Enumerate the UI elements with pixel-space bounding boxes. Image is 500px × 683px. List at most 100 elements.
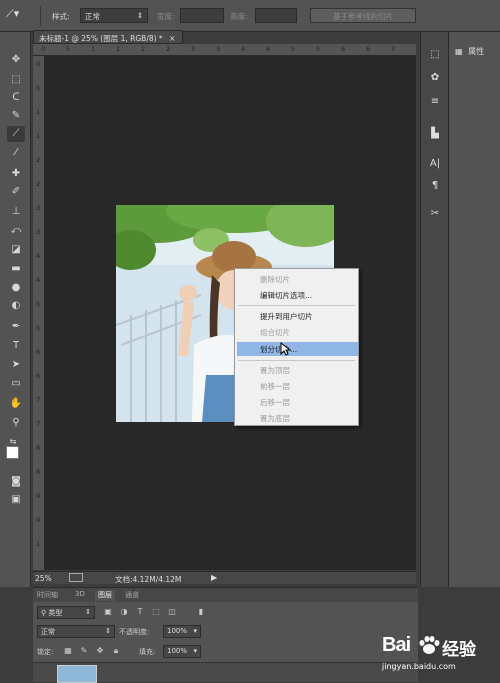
adjustments-icon[interactable]: ≡: [426, 94, 444, 110]
ruler-tick-label: 6: [36, 372, 41, 380]
adjustment-filter-icon[interactable]: ◑: [119, 607, 129, 617]
slice-select-tool-icon[interactable]: ⟋▾: [6, 7, 28, 25]
tool-presets-icon[interactable]: ✂: [426, 206, 444, 222]
baidu-jingyan-watermark: Bai 经验 jingyan.baidu.com: [380, 632, 495, 678]
blend-mode-select[interactable]: 正常 ⇕: [37, 625, 115, 638]
tab-timeline[interactable]: 时间轴: [37, 590, 58, 601]
character-icon[interactable]: A|: [426, 156, 444, 172]
ruler-tick-label: 4: [266, 45, 271, 53]
style-select[interactable]: 正常 ⇕: [80, 8, 148, 23]
style-value: 正常: [85, 12, 100, 21]
ruler-tick-label: 2: [36, 180, 41, 188]
blur-tool-icon[interactable]: ●: [7, 280, 25, 296]
document-tab[interactable]: 未标题-1 @ 25% (图层 1, RGB/8) * ×: [33, 30, 183, 44]
ruler-tick-label: 0: [36, 60, 41, 68]
history-icon[interactable]: ⬚: [426, 47, 444, 63]
height-input[interactable]: [255, 8, 297, 23]
lasso-tool-icon[interactable]: ᑕ: [7, 90, 25, 106]
menu-item-combine-slices[interactable]: 组合切片: [260, 327, 290, 338]
move-tool-icon[interactable]: ✥: [7, 52, 25, 68]
type-filter-icon[interactable]: T: [135, 607, 145, 617]
status-bar: 25% 文档:4.12M/4.12M ▶: [33, 571, 416, 584]
quick-mask-icon[interactable]: ◙: [7, 474, 25, 490]
status-menu-arrow-icon[interactable]: ▶: [211, 573, 217, 582]
properties-label: 属性: [468, 47, 485, 56]
guides-slice-button[interactable]: 基于参考线的切片: [310, 8, 416, 23]
blend-mode-value: 正常: [41, 628, 55, 636]
zoom-level[interactable]: 25%: [35, 574, 52, 583]
ruler-tick-label: 5: [36, 324, 41, 332]
slice-tool-icon[interactable]: ⟋: [7, 126, 25, 142]
zoom-tool-icon[interactable]: ⚲: [7, 415, 25, 431]
hand-tool-icon[interactable]: ✋: [7, 396, 25, 412]
eyedropper-tool-icon[interactable]: ⁄: [7, 145, 25, 161]
ruler-tick-label: 3: [191, 45, 196, 53]
baidu-logo-text: Bai: [382, 634, 411, 656]
menu-item-delete-slice[interactable]: 删除切片: [260, 274, 290, 285]
tab-3d[interactable]: 3D: [75, 590, 85, 601]
ruler-tick-label: 3: [36, 204, 41, 212]
smart-object-filter-icon[interactable]: ◫: [167, 607, 177, 617]
mouse-cursor-icon: [280, 341, 292, 356]
menu-item-edit-slice-options[interactable]: 编辑切片选项...: [260, 290, 312, 301]
filter-toggle-icon[interactable]: ▮: [196, 607, 206, 617]
lock-position-icon[interactable]: ✥: [95, 646, 105, 656]
ruler-tick-label: 4: [36, 252, 41, 260]
menu-item-send-backward[interactable]: 后移一层: [260, 397, 290, 408]
lock-transparent-icon[interactable]: ▦: [63, 646, 73, 656]
shape-tool-icon[interactable]: ▭: [7, 376, 25, 392]
path-selection-tool-icon[interactable]: ➤: [7, 357, 25, 373]
quick-select-tool-icon[interactable]: ✎: [7, 108, 25, 124]
menu-item-bring-forward[interactable]: 前移一层: [260, 381, 290, 392]
type-tool-icon[interactable]: T: [7, 338, 25, 354]
opacity-input[interactable]: 100% ▾: [163, 625, 201, 638]
style-label: 样式:: [52, 12, 70, 21]
ruler-tick-label: 3: [216, 45, 221, 53]
fill-value: 100%: [167, 647, 188, 655]
paragraph-icon[interactable]: ¶: [426, 178, 444, 194]
dodge-tool-icon[interactable]: ◐: [7, 298, 25, 314]
menu-item-bring-to-front[interactable]: 置为顶层: [260, 365, 290, 376]
paw-icon: [419, 636, 440, 654]
chevron-down-icon: ⇕: [85, 608, 91, 616]
ruler-tick-label: 4: [241, 45, 246, 53]
layer-row[interactable]: [33, 662, 418, 683]
menu-separator: [238, 305, 355, 306]
foreground-color-swatch[interactable]: [6, 446, 19, 459]
ruler-tick-label: 9: [36, 516, 41, 524]
tab-channels[interactable]: 通道: [125, 590, 139, 601]
history-brush-tool-icon[interactable]: ⤺: [7, 223, 25, 239]
document-tab-title: 未标题-1 @ 25% (图层 1, RGB/8) *: [39, 34, 163, 43]
shape-filter-icon[interactable]: ⬚: [151, 607, 161, 617]
fill-label: 填充:: [139, 648, 156, 656]
width-input[interactable]: [180, 8, 224, 23]
character-styles-icon[interactable]: ▙: [426, 126, 444, 142]
fill-input[interactable]: 100% ▾: [163, 645, 201, 658]
gradient-tool-icon[interactable]: ▬: [7, 261, 25, 277]
eraser-tool-icon[interactable]: ◪: [7, 242, 25, 258]
marquee-tool-icon[interactable]: ⬚: [7, 72, 25, 88]
share-icon[interactable]: [69, 573, 83, 582]
screen-mode-icon[interactable]: ▣: [7, 492, 25, 508]
ruler-tick-label: 7: [391, 45, 396, 53]
brush-presets-icon[interactable]: ✿: [426, 70, 444, 86]
pixel-filter-icon[interactable]: ▣: [103, 607, 113, 617]
close-icon[interactable]: ×: [169, 34, 175, 43]
properties-panel: ▦ 属性: [448, 32, 500, 587]
clone-stamp-tool-icon[interactable]: ⊥: [7, 204, 25, 220]
lock-all-icon[interactable]: 🔒︎: [111, 646, 121, 656]
healing-brush-tool-icon[interactable]: ✚: [7, 166, 25, 182]
menu-item-promote-to-user-slice[interactable]: 提升到用户切片: [260, 311, 313, 322]
chevron-down-icon: ▾: [193, 627, 197, 635]
menu-item-send-to-back[interactable]: 置为底层: [260, 413, 290, 424]
ruler-tick-label: 1: [91, 45, 96, 53]
tab-layers[interactable]: 图层: [95, 590, 115, 601]
properties-tab[interactable]: ▦ 属性: [455, 46, 497, 62]
ruler-tick-label: 9: [36, 492, 41, 500]
brush-tool-icon[interactable]: ✐: [7, 184, 25, 200]
ruler-tick-label: 5: [36, 84, 41, 92]
pen-tool-icon[interactable]: ✒: [7, 319, 25, 335]
ruler-horizontal: 0 5 1 1 2 2 3 3 4 4 5 5 6 6 7: [33, 44, 416, 56]
lock-image-icon[interactable]: ✎: [79, 646, 89, 656]
kind-filter-select[interactable]: ⚲ 类型 ⇕: [37, 606, 95, 619]
